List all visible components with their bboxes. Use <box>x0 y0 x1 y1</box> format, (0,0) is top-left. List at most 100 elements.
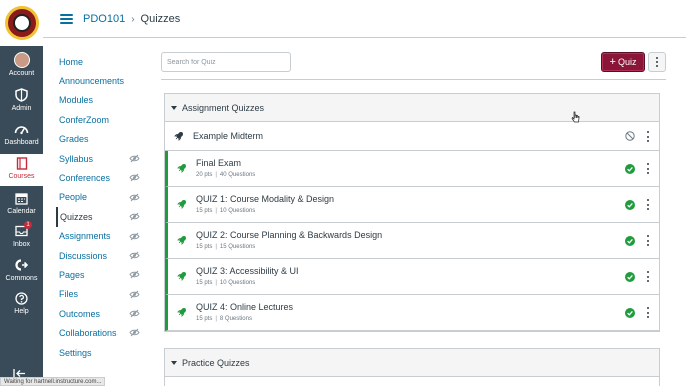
global-nav-courses[interactable]: Courses <box>0 154 43 186</box>
quiz-options-kebab-icon[interactable] <box>646 307 650 318</box>
published-check-icon[interactable] <box>625 236 635 246</box>
course-nav-item-settings[interactable]: Settings <box>56 343 144 362</box>
course-nav-item-label: Conferences <box>59 173 111 184</box>
quiz-rocket-icon <box>177 199 187 209</box>
course-nav-item-conferzoom[interactable]: ConferZoom <box>56 110 144 129</box>
course-nav-item-discussions[interactable]: Discussions <box>56 246 144 265</box>
practice-quizzes-header[interactable]: Practice Quizzes <box>165 349 659 377</box>
quiz-row[interactable]: QUIZ 3: Accessibility & UI 15 pts | 10 Ques… <box>165 259 659 295</box>
course-nav-item-assignments[interactable]: Assignments <box>56 227 144 246</box>
search-input[interactable] <box>161 52 291 72</box>
course-nav-item-announcements[interactable]: Announcements <box>56 71 144 90</box>
hidden-from-students-icon <box>129 290 140 299</box>
browser-status-bar: Waiting for hartnell.instructure.com... <box>0 377 106 386</box>
unpublished-icon[interactable] <box>625 131 635 141</box>
college-logo[interactable] <box>0 0 43 46</box>
quiz-options-menu-button[interactable] <box>648 52 666 72</box>
published-check-icon[interactable] <box>625 308 635 318</box>
published-check-icon[interactable] <box>625 200 635 210</box>
assignment-quizzes-header[interactable]: Assignment Quizzes <box>165 94 659 122</box>
meta-separator: | <box>215 244 217 250</box>
quiz-title-link[interactable]: QUIZ 2: Course Planning & Backwards Desi… <box>196 230 382 240</box>
hidden-from-students-icon <box>129 309 140 318</box>
quiz-meta: 20 pts | 40 Questions <box>196 172 255 178</box>
global-nav-account[interactable]: Account <box>0 51 43 85</box>
global-nav-courses-label: Courses <box>8 173 35 180</box>
breadcrumb-current-page: Quizzes <box>140 13 181 25</box>
quiz-points: 15 pts <box>196 208 213 214</box>
course-nav-item-outcomes[interactable]: Outcomes <box>56 304 144 323</box>
quiz-title-link[interactable]: Final Exam <box>196 158 241 168</box>
course-nav-item-grades[interactable]: Grades <box>56 130 144 149</box>
course-nav-item-conferences[interactable]: Conferences <box>56 168 144 187</box>
quiz-row[interactable]: QUIZ 2: Course Planning & Backwards Desi… <box>165 223 659 259</box>
breadcrumb-separator-icon: › <box>131 13 135 25</box>
quiz-rocket-icon <box>177 235 187 245</box>
published-check-icon[interactable] <box>625 272 635 282</box>
quiz-title-link[interactable]: Example Midterm <box>193 131 263 141</box>
quiz-title-link[interactable]: QUIZ 1: Course Modality & Design <box>196 194 334 204</box>
toolbar-divider <box>161 79 666 80</box>
page-header: PDO101 › Quizzes <box>43 0 686 38</box>
quiz-meta: 15 pts | 15 Questions <box>196 244 255 250</box>
course-nav-item-label: Announcements <box>59 76 125 87</box>
course-nav-item-label: Outcomes <box>59 308 101 319</box>
practice-quizzes-group: Practice Quizzes <box>164 348 660 386</box>
help-icon <box>15 291 28 305</box>
quiz-title-link[interactable]: QUIZ 3: Accessibility & UI <box>196 266 299 276</box>
course-nav-item-label: Assignments <box>59 231 111 242</box>
course-menu-toggle-icon[interactable] <box>60 14 73 24</box>
quiz-row[interactable]: QUIZ 1: Course Modality & Design 15 pts | 1… <box>165 187 659 223</box>
quiz-options-kebab-icon[interactable] <box>646 235 650 246</box>
meta-separator: | <box>215 316 217 322</box>
course-nav-item-quizzes[interactable]: Quizzes <box>56 207 144 227</box>
course-nav-item-modules[interactable]: Modules <box>56 91 144 110</box>
quiz-row[interactable]: Example Midterm <box>165 122 659 151</box>
quiz-points: 20 pts <box>196 172 213 178</box>
quiz-title-link[interactable]: QUIZ 4: Online Lectures <box>196 302 293 312</box>
meta-separator: | <box>215 172 217 178</box>
hidden-from-students-icon <box>129 174 140 182</box>
global-nav-admin[interactable]: Admin <box>0 86 43 120</box>
quiz-question-count: 40 Questions <box>219 172 256 178</box>
quiz-options-kebab-icon[interactable] <box>646 199 650 210</box>
course-nav: Home Announcements Modules ConferZoom Grades… <box>56 52 144 362</box>
add-quiz-label: Quiz <box>617 57 637 67</box>
course-nav-item-home[interactable]: Home <box>56 52 144 71</box>
quiz-options-kebab-icon[interactable] <box>646 163 650 174</box>
add-quiz-button[interactable]: + Quiz <box>601 52 645 72</box>
global-nav-help-label: Help <box>14 308 29 315</box>
global-nav-inbox[interactable]: 1 Inbox <box>0 221 43 256</box>
global-nav-inbox-label: Inbox <box>12 241 31 248</box>
quiz-options-kebab-icon[interactable] <box>646 271 650 282</box>
course-nav-item-collaborations[interactable]: Collaborations <box>56 323 144 342</box>
global-nav-commons[interactable]: Commons <box>0 256 43 290</box>
course-nav-item-people[interactable]: People <box>56 188 144 207</box>
course-nav-item-files[interactable]: Files <box>56 285 144 304</box>
group-title: Practice Quizzes <box>182 357 250 368</box>
quiz-rocket-icon <box>177 307 187 317</box>
global-nav-help[interactable]: Help <box>0 289 43 323</box>
quiz-question-count: 10 Questions <box>219 280 256 286</box>
kebab-icon <box>656 57 658 67</box>
quiz-points: 15 pts <box>196 316 213 322</box>
breadcrumb-course-link[interactable]: PDO101 <box>83 13 125 25</box>
commons-icon <box>15 259 28 271</box>
global-nav-account-label: Account <box>8 70 35 77</box>
global-nav-calendar[interactable]: Calendar <box>0 189 43 223</box>
hidden-from-students-icon <box>129 212 140 221</box>
published-check-icon[interactable] <box>625 164 635 174</box>
quiz-question-count: 10 Questions <box>219 208 256 214</box>
quiz-points: 15 pts <box>196 244 213 250</box>
quiz-row[interactable]: Final Exam 20 pts | 40 Questions <box>165 151 659 187</box>
meta-separator: | <box>215 280 217 286</box>
course-nav-item-pages[interactable]: Pages <box>56 265 144 284</box>
global-nav-dashboard[interactable]: Dashboard <box>0 120 43 154</box>
collapse-triangle-icon <box>171 105 177 110</box>
book-icon <box>16 156 27 170</box>
hidden-from-students-icon <box>129 232 140 240</box>
quiz-options-kebab-icon[interactable] <box>646 131 650 142</box>
quiz-meta: 15 pts | 8 Questions <box>196 316 252 322</box>
quiz-row[interactable]: QUIZ 4: Online Lectures 15 pts | 8 Question… <box>165 295 659 331</box>
course-nav-item-syllabus[interactable]: Syllabus <box>56 149 144 168</box>
